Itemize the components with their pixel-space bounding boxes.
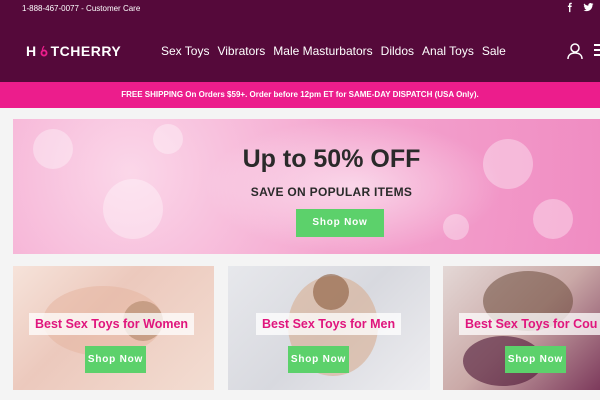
hero-subtitle: SAVE ON POPULAR ITEMS <box>250 185 413 199</box>
shop-now-men-button[interactable]: Shop Now <box>288 346 349 373</box>
user-icon[interactable] <box>566 42 584 60</box>
facebook-icon[interactable] <box>564 2 575 13</box>
nav-male-masturbators[interactable]: Male Masturbators <box>273 44 372 58</box>
nav-sex-toys[interactable]: Sex Toys <box>161 44 209 58</box>
top-bar: 1-888-467-0077 - Customer Care <box>0 0 600 18</box>
social-links <box>564 2 594 13</box>
category-card-couples[interactable]: Best Sex Toys for Cou Shop Now <box>443 266 600 390</box>
category-card-women[interactable]: Best Sex Toys for Women Shop Now <box>13 266 214 390</box>
logo-text-rest: TCHERRY <box>50 43 122 59</box>
category-card-men[interactable]: Best Sex Toys for Men Shop Now <box>228 266 430 390</box>
main-header: H TCHERRY Sex Toys Vibrators Male Mastur… <box>0 18 600 82</box>
card-label-couples: Best Sex Toys for Cou <box>459 313 600 335</box>
shop-now-women-button[interactable]: Shop Now <box>85 346 146 373</box>
menu-icon[interactable] <box>594 44 600 58</box>
card-label-women: Best Sex Toys for Women <box>29 313 195 335</box>
cherry-icon <box>40 45 48 57</box>
hotcherry-logo[interactable]: H TCHERRY <box>26 43 121 59</box>
promo-banner[interactable]: FREE SHIPPING On Orders $59+. Order befo… <box>0 82 600 108</box>
main-nav: Sex Toys Vibrators Male Masturbators Dil… <box>161 44 506 58</box>
nav-vibrators[interactable]: Vibrators <box>217 44 265 58</box>
nav-anal-toys[interactable]: Anal Toys <box>422 44 474 58</box>
card-label-men: Best Sex Toys for Men <box>256 313 402 335</box>
nav-dildos[interactable]: Dildos <box>381 44 414 58</box>
customer-care-text[interactable]: 1-888-467-0077 - Customer Care <box>22 4 140 13</box>
logo-text-h: H <box>26 43 37 59</box>
twitter-icon[interactable] <box>583 2 594 13</box>
hero-title: Up to 50% OFF <box>242 145 421 173</box>
hero-banner[interactable]: Up to 50% OFF SAVE ON POPULAR ITEMS Shop… <box>13 119 600 254</box>
nav-sale[interactable]: Sale <box>482 44 506 58</box>
shop-now-couples-button[interactable]: Shop Now <box>505 346 566 373</box>
hero-shop-now-button[interactable]: Shop Now <box>296 209 384 237</box>
